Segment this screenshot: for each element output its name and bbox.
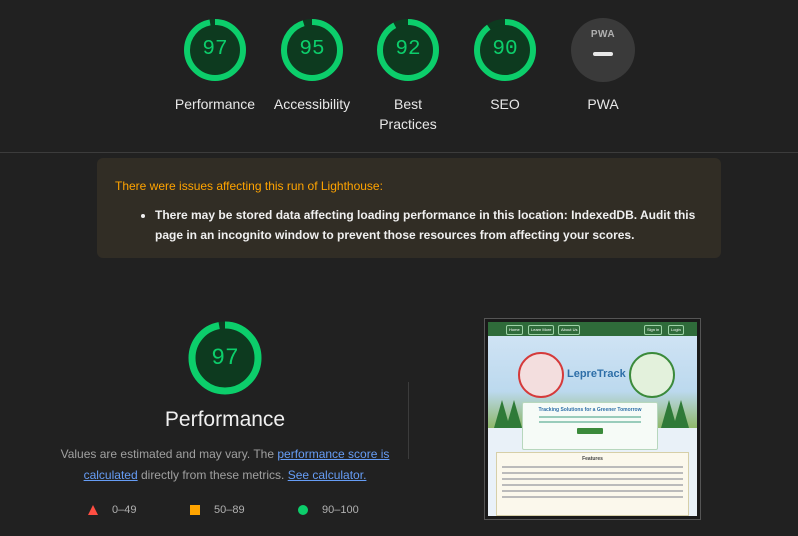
performance-gauge[interactable]: 97 [187,320,263,396]
legend-range: 90–100 [322,504,359,516]
tree-icon [506,400,522,428]
score-legend: 0–49 50–89 90–100 [88,504,388,518]
gauge-score: 92 [395,38,421,61]
gauge-label: PWA [587,96,619,112]
tree-icon [661,400,677,428]
text-line [502,466,683,468]
performance-title: Performance [164,408,286,431]
legend-range: 0–49 [112,504,137,516]
legend-range: 50–89 [214,504,245,516]
gauge-pwa[interactable]: PWA PWA [553,18,653,114]
gauge-score: 97 [202,38,228,61]
see-calculator-link[interactable]: See calculator. [288,468,367,482]
legend-average: 50–89 [190,504,245,516]
triangle-icon [88,505,98,515]
gauge-performance[interactable]: 97 Performance [165,18,265,114]
square-icon [190,505,200,515]
text-line [502,478,683,480]
performance-description: Values are estimated and may vary. The p… [55,444,395,486]
gauge-score: 90 [492,38,518,61]
lighthouse-warning-box: There were issues affecting this run of … [97,158,721,258]
warning-title: There were issues affecting this run of … [115,179,383,193]
screenshot-features-title: Features [582,456,603,462]
gauge-score: 95 [299,38,325,61]
logo-right-icon [629,352,675,398]
pwa-badge-text: PWA [590,29,616,40]
screenshot-nav-item: Sign in [644,325,663,335]
text-line [502,490,683,492]
text-line [502,496,683,498]
text-line [539,416,641,418]
legend-pass: 90–100 [298,504,359,516]
vertical-divider [408,382,409,459]
screenshot-brand: LepreTrack [567,368,626,380]
gauge-label: Best Practices [379,96,437,132]
screenshot-card: Tracking Solutions for a Greener Tomorro… [522,402,658,450]
gauge-accessibility[interactable]: 95 Accessibility [262,18,362,114]
warning-item: There may be stored data affecting loadi… [155,205,703,245]
screenshot-nav-item: About Us [558,325,581,335]
screenshot-nav-item: Home [506,325,523,335]
gauge-label: Performance [174,96,256,112]
circle-icon [298,505,308,515]
screenshot-page: Home Learn More About Us Sign in Login L… [488,322,697,516]
gauge-label: Accessibility [273,96,351,112]
text-line [502,484,683,486]
logo-left-icon [518,352,564,398]
text-line [539,421,641,423]
text-line [502,472,683,474]
gauge-label: SEO [490,96,520,112]
screenshot-navbar: Home Learn More About Us Sign in Login [488,322,697,336]
section-divider [0,152,798,153]
screenshot-card-title: Tracking Solutions for a Greener Tomorro… [538,407,642,413]
legend-fail: 0–49 [88,504,136,516]
performance-score: 97 [211,345,239,371]
desc-text: directly from these metrics. [137,468,288,482]
category-gauges: 97 Performance 95 Accessibility 92 Best … [0,0,798,152]
pwa-dash-icon [593,52,613,56]
screenshot-card-button [577,428,603,434]
screenshot-features: Features [496,452,689,516]
final-screenshot-thumbnail[interactable]: Home Learn More About Us Sign in Login L… [484,318,701,520]
performance-summary: 97 Performance Values are estimated and … [55,320,395,486]
screenshot-nav-item: Learn More [528,325,555,335]
gauge-best-practices[interactable]: 92 Best Practices [358,18,458,134]
screenshot-nav-item: Login [668,325,684,335]
pwa-badge: PWA [571,18,635,82]
desc-text: Values are estimated and may vary. The [60,447,278,461]
warning-list: There may be stored data affecting loadi… [115,205,703,245]
gauge-seo[interactable]: 90 SEO [455,18,555,114]
